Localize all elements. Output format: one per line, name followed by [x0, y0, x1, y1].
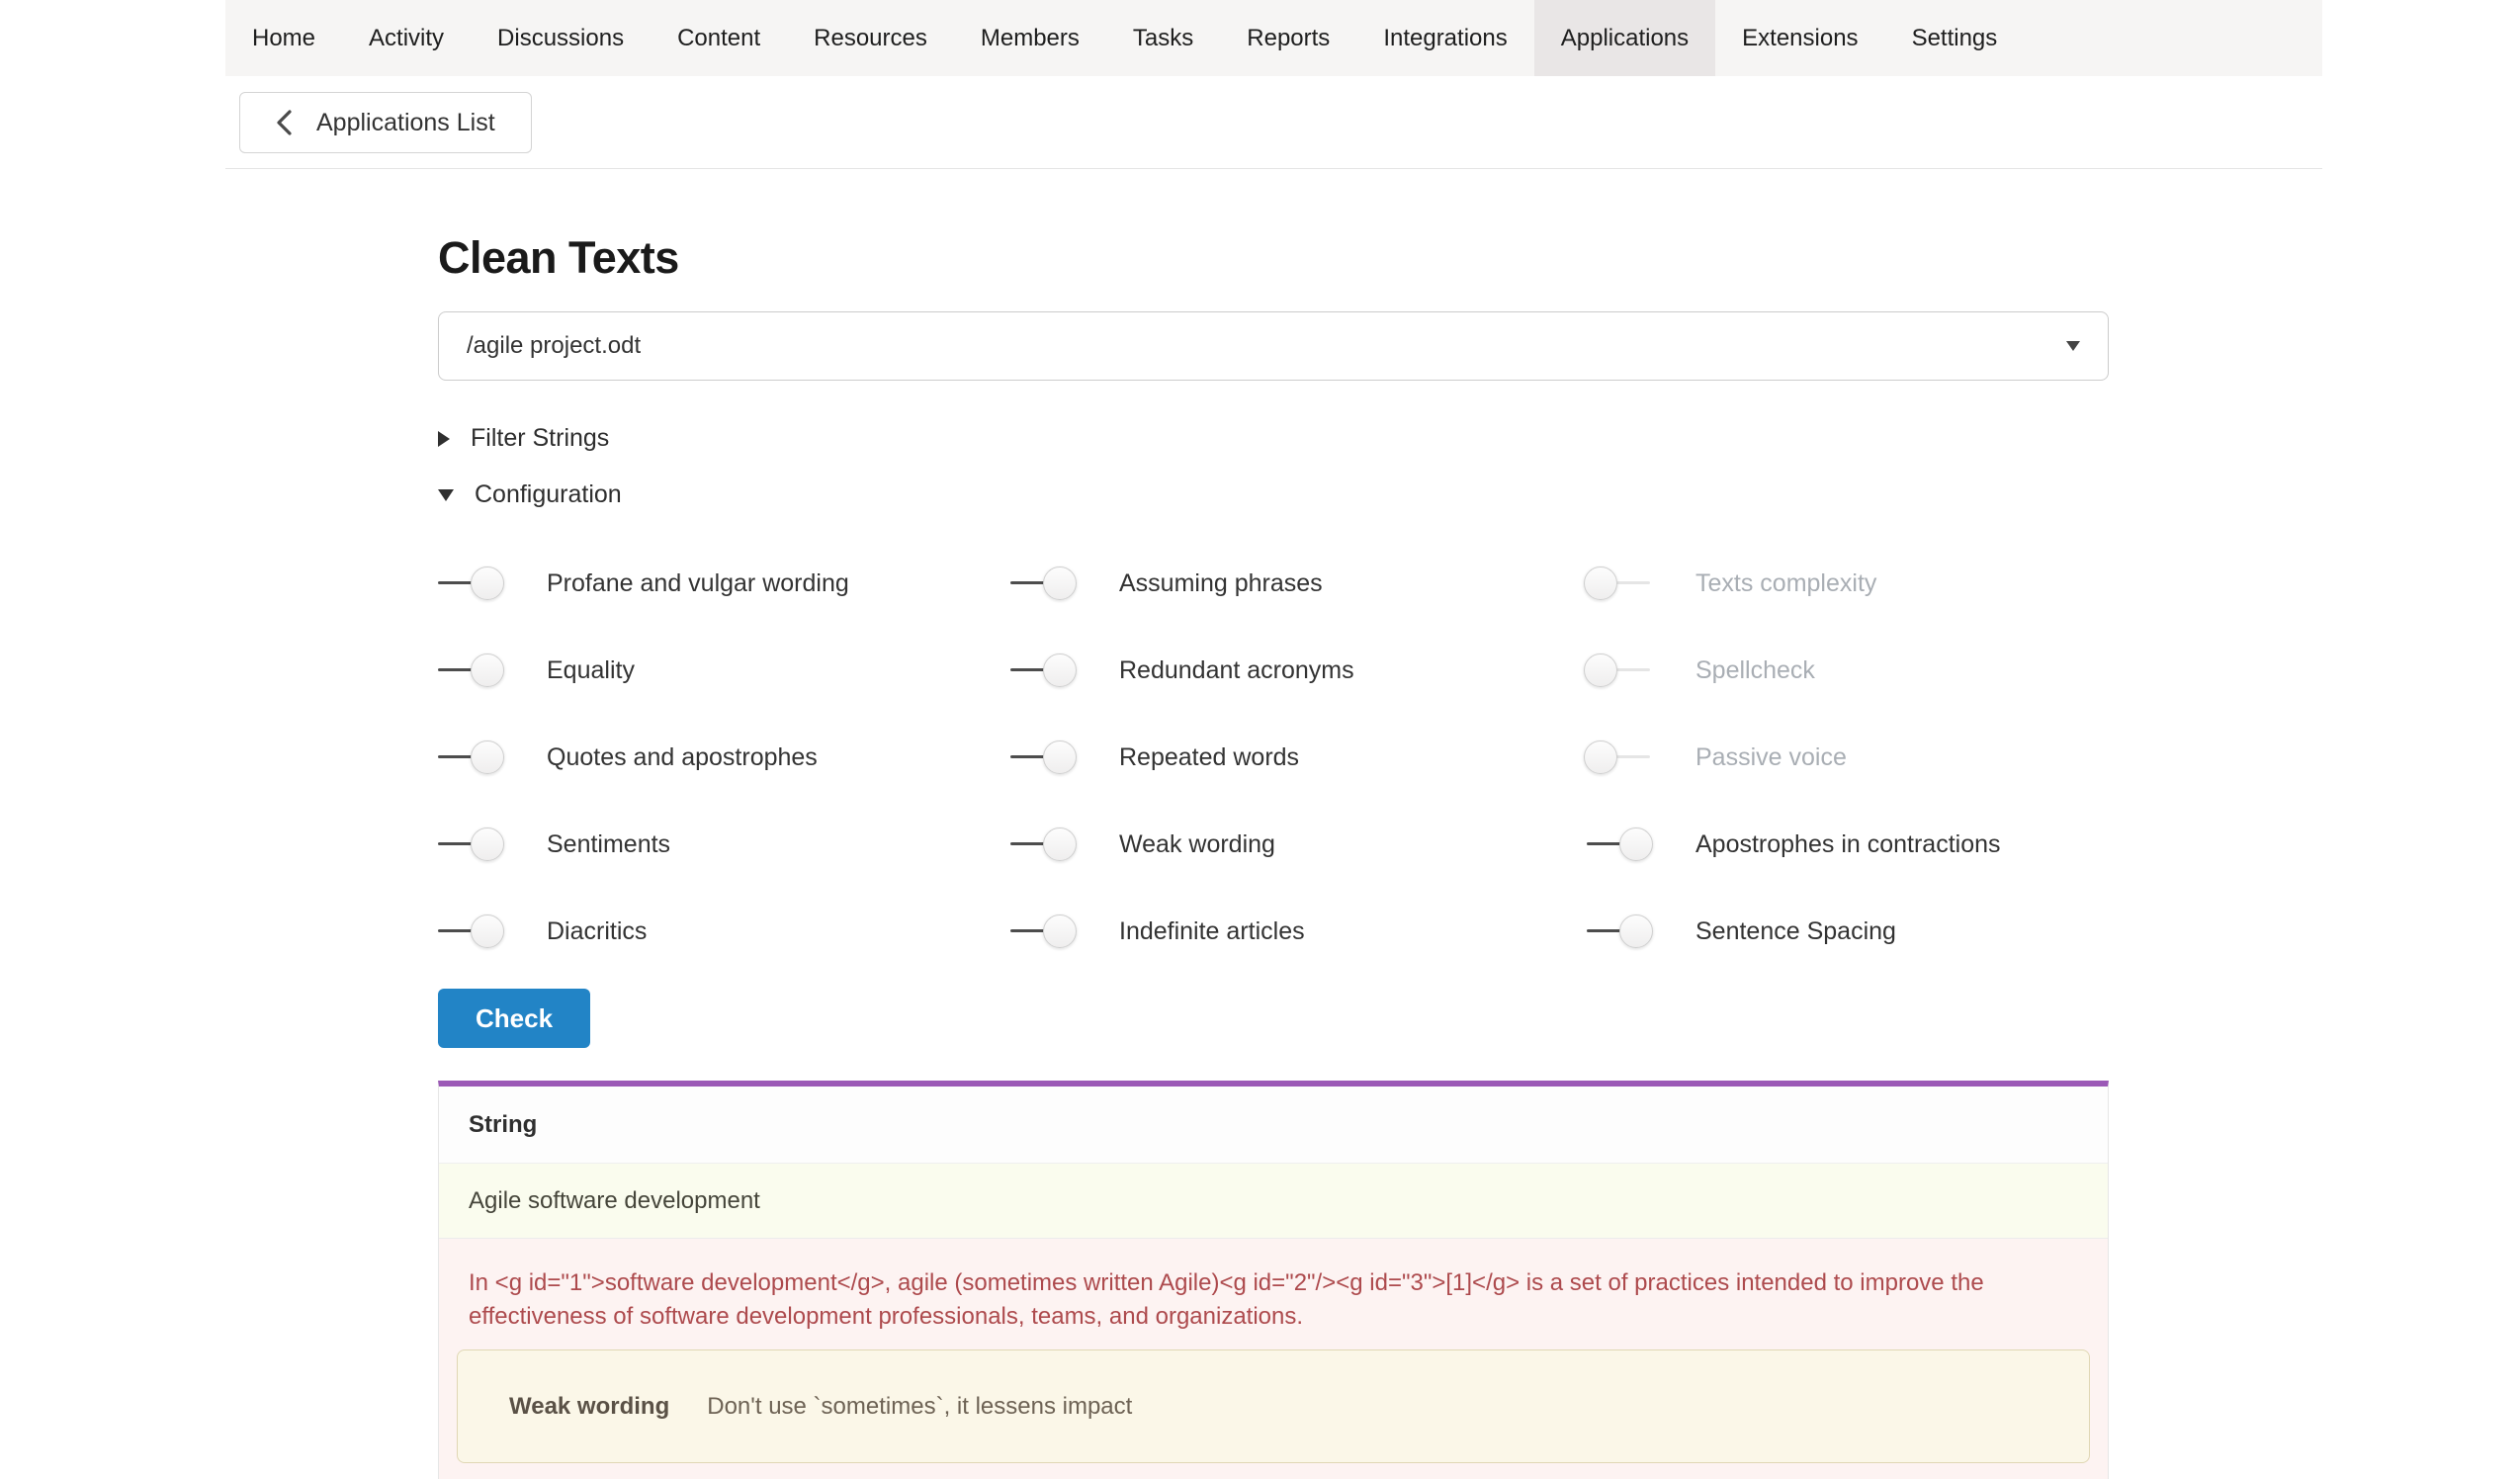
toggle-switch[interactable] [438, 914, 501, 949]
string-column-header: String [469, 1111, 537, 1139]
filter-strings-label: Filter Strings [471, 424, 609, 453]
string-error-row: In <g id="1">software development</g>, a… [439, 1239, 2108, 1479]
applications-list-back-button[interactable]: Applications List [239, 92, 532, 153]
toggle-switch[interactable] [1587, 740, 1650, 775]
nav-item-reports[interactable]: Reports [1220, 0, 1356, 76]
file-select-value: /agile project.odt [467, 332, 641, 360]
toggle-assuming-phrases[interactable]: Assuming phrases [1010, 554, 1587, 613]
page-wrap: Home Activity Discussions Content Resour… [225, 0, 2322, 1479]
toggle-switch[interactable] [438, 652, 501, 688]
check-button[interactable]: Check [438, 989, 590, 1048]
configuration-toggle-grid: Profane and vulgar wording Assuming phra… [438, 554, 2109, 961]
toggle-passive-voice[interactable]: Passive voice [1587, 728, 2109, 787]
toggle-redundant-acronyms[interactable]: Redundant acronyms [1010, 641, 1587, 700]
toggle-switch[interactable] [438, 740, 501, 775]
toggle-switch[interactable] [1010, 914, 1074, 949]
back-button-label: Applications List [316, 109, 495, 137]
issue-box: Weak wording Don't use `sometimes`, it l… [457, 1349, 2090, 1463]
toggle-weak-wording[interactable]: Weak wording [1010, 815, 1587, 874]
filter-strings-section-header[interactable]: Filter Strings [438, 424, 2109, 453]
nav-item-activity[interactable]: Activity [342, 0, 471, 76]
string-title-row: Agile software development [439, 1164, 2108, 1239]
toggle-switch[interactable] [1010, 652, 1074, 688]
nav-item-discussions[interactable]: Discussions [471, 0, 651, 76]
chevron-left-icon [276, 109, 293, 136]
flagged-string-text: In <g id="1">software development</g>, a… [469, 1266, 2078, 1334]
top-navbar: Home Activity Discussions Content Resour… [225, 0, 2322, 76]
caret-down-icon [2066, 341, 2080, 351]
toggle-switch[interactable] [438, 566, 501, 601]
toggle-switch[interactable] [1587, 566, 1650, 601]
results-table: String Agile software development In <g … [438, 1081, 2109, 1479]
nav-item-home[interactable]: Home [225, 0, 342, 76]
toggle-sentence-spacing[interactable]: Sentence Spacing [1587, 902, 2109, 961]
toggle-indefinite-articles[interactable]: Indefinite articles [1010, 902, 1587, 961]
nav-item-settings[interactable]: Settings [1885, 0, 2025, 76]
toggle-repeated-words[interactable]: Repeated words [1010, 728, 1587, 787]
configuration-label: Configuration [475, 480, 622, 509]
nav-item-content[interactable]: Content [651, 0, 787, 76]
configuration-section-header[interactable]: Configuration [438, 480, 2109, 509]
toggle-texts-complexity[interactable]: Texts complexity [1587, 554, 2109, 613]
triangle-right-icon [438, 431, 450, 447]
toggle-diacritics[interactable]: Diacritics [438, 902, 1010, 961]
triangle-down-icon [438, 489, 454, 501]
toggle-switch[interactable] [1587, 826, 1650, 862]
nav-item-applications[interactable]: Applications [1534, 0, 1715, 76]
issue-type: Weak wording [509, 1393, 669, 1421]
page-title: Clean Texts [438, 232, 2109, 284]
nav-item-integrations[interactable]: Integrations [1356, 0, 1533, 76]
issue-message: Don't use `sometimes`, it lessens impact [707, 1393, 1132, 1421]
nav-item-extensions[interactable]: Extensions [1715, 0, 1884, 76]
main-content: Clean Texts /agile project.odt Filter St… [438, 232, 2109, 1479]
toggle-switch[interactable] [1587, 652, 1650, 688]
toggle-quotes-and-apostrophes[interactable]: Quotes and apostrophes [438, 728, 1010, 787]
toggle-switch[interactable] [438, 826, 501, 862]
toggle-sentiments[interactable]: Sentiments [438, 815, 1010, 874]
nav-item-tasks[interactable]: Tasks [1106, 0, 1220, 76]
toggle-spellcheck[interactable]: Spellcheck [1587, 641, 2109, 700]
file-select[interactable]: /agile project.odt [438, 311, 2109, 381]
toggle-apostrophes-in-contractions[interactable]: Apostrophes in contractions [1587, 815, 2109, 874]
nav-item-resources[interactable]: Resources [787, 0, 954, 76]
toggle-switch[interactable] [1010, 740, 1074, 775]
string-title: Agile software development [469, 1187, 760, 1215]
back-row: Applications List [225, 76, 2322, 169]
results-table-header: String [439, 1087, 2108, 1164]
toggle-switch[interactable] [1587, 914, 1650, 949]
toggle-switch[interactable] [1010, 566, 1074, 601]
toggle-profane-and-vulgar-wording[interactable]: Profane and vulgar wording [438, 554, 1010, 613]
nav-item-members[interactable]: Members [954, 0, 1106, 76]
toggle-switch[interactable] [1010, 826, 1074, 862]
toggle-equality[interactable]: Equality [438, 641, 1010, 700]
